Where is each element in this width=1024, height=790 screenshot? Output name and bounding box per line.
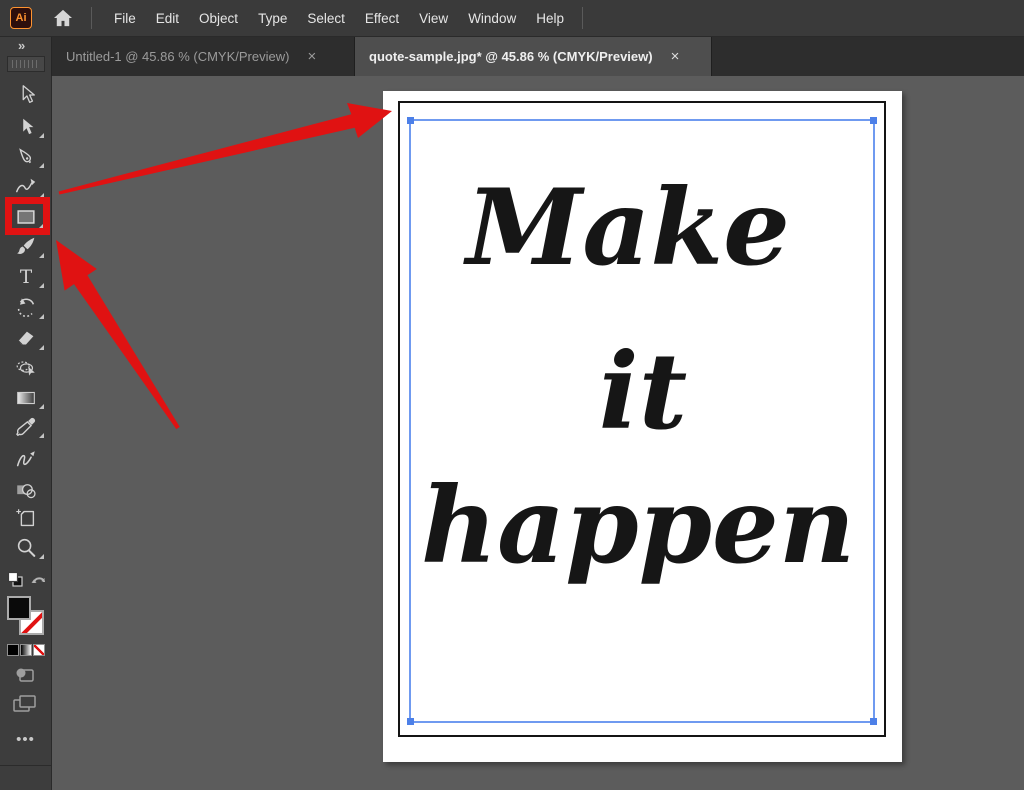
close-tab-icon[interactable]: × [669,49,682,64]
rectangle-tool-icon [16,210,35,224]
selection-bounding-box[interactable] [407,117,877,725]
screen-mode-glyph [13,695,36,712]
type-tool-icon: T [19,267,32,288]
edit-toolbar-icon[interactable]: ••• [0,731,51,748]
selection-tool-icon [22,85,35,104]
expand-panel-icon[interactable]: » [18,38,25,53]
eraser-tool[interactable] [0,325,51,353]
color-button[interactable] [7,644,19,656]
paintbrush-tool[interactable] [0,233,51,261]
selection-handle-bottom-left[interactable] [407,718,414,725]
document-tab-bar: » Untitled-1 @ 45.86 % (CMYK/Preview) × … [0,37,1024,76]
home-icon-glyph [54,9,72,27]
default-fill-stroke-glyph [7,571,23,587]
symbols-tool-icon [16,484,36,499]
swap-fill-stroke-glyph [31,577,45,584]
gradient-tool-icon [16,391,35,405]
app-logo-icon[interactable]: Ai [10,7,32,29]
close-tab-icon[interactable]: × [305,49,318,64]
rotate-tool[interactable] [0,294,51,322]
toolbar-divider [0,765,51,766]
menubar-divider [581,7,583,29]
direct-selection-tool[interactable] [0,113,51,141]
home-icon[interactable] [52,8,74,28]
menu-object[interactable]: Object [189,0,248,37]
eyedropper-tool-icon [15,417,35,437]
pen-tool[interactable] [0,143,51,171]
shape-builder-tool-icon [16,361,35,376]
menu-file[interactable]: File [104,0,146,37]
selection-handle-bottom-right[interactable] [870,718,877,725]
eyedropper-tool[interactable] [0,413,51,441]
rotate-tool-icon [17,298,34,318]
app-logo-text: Ai [15,12,27,24]
menu-bar: Ai File Edit Object Type Select Effect V… [0,0,1024,37]
type-tool[interactable]: T [0,263,51,291]
shaper-tool[interactable] [0,446,51,474]
fill-color-swatch[interactable] [7,596,31,620]
toolbar-grip[interactable] [7,56,45,72]
svg-text:T: T [19,267,32,288]
selection-handle-top-left[interactable] [407,117,414,124]
drawing-modes-icon[interactable] [13,665,37,690]
artboard-tool[interactable] [0,504,51,532]
curvature-tool[interactable] [0,173,51,201]
menu-items: File Edit Object Type Select Effect View… [104,0,574,37]
shape-builder-tool[interactable] [0,354,51,382]
menu-effect[interactable]: Effect [355,0,409,37]
artboard[interactable]: Make it happen [383,91,902,762]
zoom-tool-icon [17,538,35,557]
drawing-modes-glyph [16,668,34,682]
zoom-tool[interactable] [0,534,51,562]
direct-selection-tool-icon [22,118,33,135]
tools-panel: T ••• [0,76,52,790]
symbols-tool[interactable] [0,476,51,504]
shaper-tool-icon [16,451,35,467]
none-button[interactable] [33,644,45,656]
menu-view[interactable]: View [409,0,458,37]
gradient-tool[interactable] [0,384,51,412]
illustrator-window: Ai File Edit Object Type Select Effect V… [0,0,1024,790]
selection-tool[interactable] [0,81,51,109]
curvature-tool-icon [15,178,35,193]
swap-fill-stroke-icon[interactable] [31,573,47,592]
tab-quote-sample[interactable]: quote-sample.jpg* @ 45.86 % (CMYK/Previe… [355,37,712,76]
menubar-divider [91,7,92,29]
tab-label: Untitled-1 @ 45.86 % (CMYK/Preview) [66,49,290,64]
gradient-button[interactable] [20,644,32,656]
menu-type[interactable]: Type [248,0,297,37]
menu-select[interactable]: Select [297,0,355,37]
selection-handle-top-right[interactable] [870,117,877,124]
rectangle-tool[interactable] [0,203,51,231]
menu-help[interactable]: Help [526,0,574,37]
paintbrush-tool-icon [16,237,34,255]
toolbar-header: » [0,37,52,76]
pen-tool-icon [18,148,31,164]
menu-edit[interactable]: Edit [146,0,189,37]
default-fill-stroke-icon[interactable] [7,571,24,593]
tab-label: quote-sample.jpg* @ 45.86 % (CMYK/Previe… [369,49,653,64]
tab-untitled-1[interactable]: Untitled-1 @ 45.86 % (CMYK/Preview) × [52,37,355,76]
screen-mode-icon[interactable] [11,693,39,720]
menu-window[interactable]: Window [458,0,526,37]
eraser-tool-icon [17,331,33,345]
artboard-tool-icon [15,509,34,527]
canvas-area[interactable]: Make it happen [52,76,1024,790]
